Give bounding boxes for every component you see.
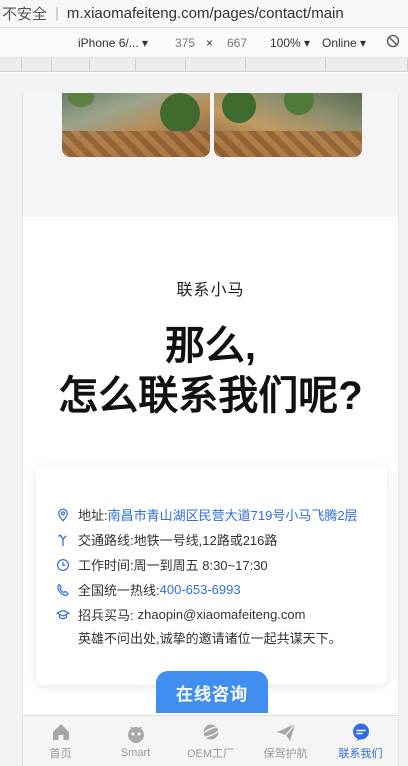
device-height[interactable]: 667 bbox=[227, 36, 247, 50]
url-text[interactable]: m.xiaomafeiteng.com/pages/contact/main bbox=[67, 5, 344, 22]
rotate-icon[interactable] bbox=[386, 34, 400, 51]
media-query-ruler bbox=[0, 58, 408, 72]
planet-icon bbox=[200, 724, 221, 740]
recruit-email[interactable]: zhaopin@xiaomafeiteng.com bbox=[138, 607, 306, 622]
tab-oem-label: OEM工厂 bbox=[186, 748, 235, 760]
network-label: Online bbox=[322, 36, 357, 50]
headline-line-2: 怎么联系我们呢? bbox=[58, 374, 363, 418]
location-pin-icon bbox=[56, 508, 70, 522]
mobile-viewport: 联系小马 那么, 怎么联系我们呢? 地址: 南昌市青山湖区民营大道719号小马飞… bbox=[22, 93, 399, 766]
zoom-label: 100% bbox=[270, 36, 301, 50]
headline-line-1: 那么, bbox=[164, 324, 257, 368]
address-link[interactable]: 南昌市青山湖区民营大道719号小马飞腾2层 bbox=[108, 505, 358, 524]
contact-card: 地址: 南昌市青山湖区民营大道719号小马飞腾2层 交通路线: 地铁一号线,12… bbox=[36, 465, 387, 685]
page-headline: 那么, 怎么联系我们呢? bbox=[23, 321, 398, 421]
hotline-link[interactable]: 400-653-6993 bbox=[160, 582, 241, 597]
tab-contact[interactable]: 联系我们 bbox=[323, 716, 398, 766]
dimension-times: × bbox=[206, 36, 214, 50]
address-row: 地址: 南昌市青山湖区民营大道719号小马飞腾2层 bbox=[56, 505, 358, 524]
hours-row: 工作时间: 周一到周五 8:30~17:30 bbox=[56, 555, 268, 574]
address-separator: | bbox=[55, 5, 59, 22]
security-label: 不安全 bbox=[2, 6, 48, 23]
hours-label: 工作时间: bbox=[78, 558, 134, 573]
hotline-label: 全国统一热线: bbox=[78, 583, 160, 598]
recruit-label: 招兵买马: bbox=[78, 608, 134, 623]
tab-contact-label: 联系我们 bbox=[338, 748, 383, 760]
device-select[interactable]: iPhone 6/... ▾ bbox=[78, 36, 148, 50]
recruit-row: 招兵买马: zhaopin@xiaomafeiteng.com bbox=[56, 605, 305, 624]
tab-smart[interactable]: Smart bbox=[98, 716, 173, 766]
zoom-select[interactable]: 100% ▾ bbox=[270, 36, 310, 50]
message-icon bbox=[352, 723, 369, 741]
address-bar[interactable]: 不安全 | m.xiaomafeiteng.com/pages/contact/… bbox=[0, 0, 408, 28]
section-subtitle: 联系小马 bbox=[176, 282, 245, 299]
route-icon bbox=[56, 533, 70, 547]
network-select[interactable]: Online ▾ bbox=[322, 36, 366, 50]
bottom-tab-bar: 首页 Smart OEM工厂 保驾护航 联系我们 bbox=[23, 715, 398, 766]
route-row: 交通路线: 地铁一号线,12路或216路 bbox=[56, 530, 277, 549]
hours-value: 周一到周五 8:30~17:30 bbox=[133, 558, 268, 573]
tab-smart-label: Smart bbox=[120, 747, 151, 759]
device-select-label: iPhone 6/... bbox=[78, 36, 139, 50]
tab-protect-label: 保驾护航 bbox=[263, 748, 308, 760]
device-width[interactable]: 375 bbox=[175, 36, 195, 50]
device-toolbar: iPhone 6/... ▾ 375 × 667 100% ▾ Online ▾ bbox=[0, 28, 408, 58]
address-label: 地址: bbox=[78, 508, 108, 523]
online-consult-button[interactable]: 在线咨询 bbox=[156, 671, 268, 713]
tab-home-label: 首页 bbox=[49, 748, 72, 760]
tab-home[interactable]: 首页 bbox=[23, 716, 98, 766]
office-photo-left bbox=[62, 93, 210, 157]
clock-icon bbox=[56, 558, 70, 572]
phone-icon bbox=[56, 583, 70, 597]
paper-plane-icon bbox=[276, 723, 295, 741]
office-photo-right bbox=[214, 93, 362, 157]
robot-icon bbox=[127, 726, 144, 743]
tab-protect[interactable]: 保驾护航 bbox=[248, 716, 323, 766]
route-value: 地铁一号线,12路或216路 bbox=[133, 533, 278, 548]
office-photos bbox=[23, 93, 398, 217]
hotline-row: 全国统一热线: 400-653-6993 bbox=[56, 580, 241, 599]
recruit-motto: 英雄不问出处,诚挚的邀请诸位一起共谋天下。 bbox=[78, 631, 342, 646]
route-label: 交通路线: bbox=[78, 533, 134, 548]
home-icon bbox=[52, 724, 69, 740]
tab-oem[interactable]: OEM工厂 bbox=[173, 716, 248, 766]
graduation-cap-icon bbox=[56, 608, 70, 622]
